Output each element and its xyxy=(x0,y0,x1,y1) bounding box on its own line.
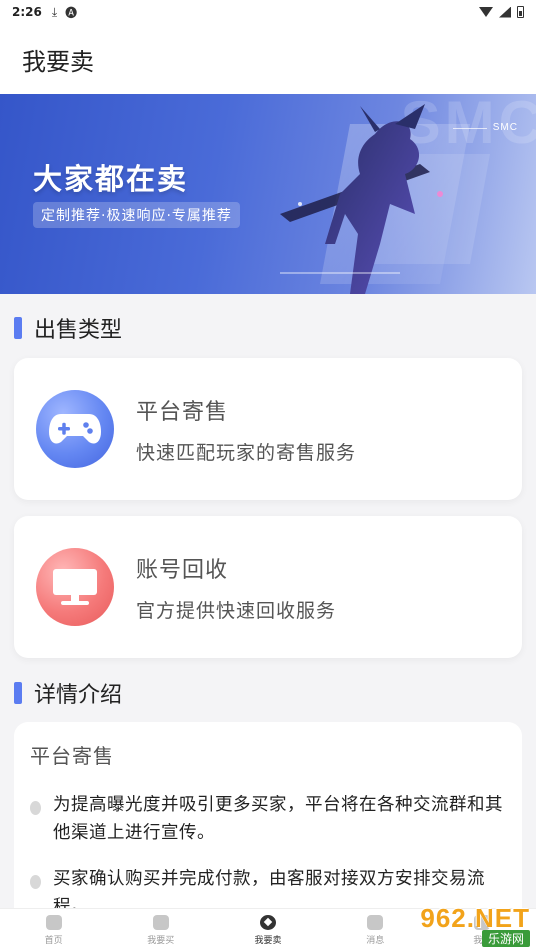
home-icon xyxy=(45,915,62,930)
bottom-nav: 首页 我要买 我要卖 消息 我的 xyxy=(0,908,536,952)
bullet-dot xyxy=(30,801,41,815)
status-time: 2:26 xyxy=(12,5,42,19)
details-card-title: 平台寄售 xyxy=(30,744,114,768)
app-header: 我要卖 xyxy=(0,24,536,94)
gamepad-icon xyxy=(36,390,114,468)
nav-item-buy[interactable]: 我要买 xyxy=(107,909,214,952)
list-item-text: 为提高曝光度并吸引更多买家，平台将在各种交流群和其他渠道上进行宣传。 xyxy=(53,795,503,843)
shop-icon xyxy=(152,915,169,930)
message-icon xyxy=(367,915,384,930)
banner-character-art xyxy=(280,104,490,294)
card-title: 平台寄售 xyxy=(136,399,229,425)
signal-icon xyxy=(499,6,511,18)
banner-tagline: 定制推荐·极速响应·专属推荐 xyxy=(33,202,240,228)
card-description: 官方提供快速回收服务 xyxy=(136,599,337,622)
section-sale-types: 出售类型 xyxy=(14,312,122,344)
promo-banner[interactable]: SMC SMC 大家都在卖 定制推荐·极速响应·专属推荐 xyxy=(0,94,536,294)
monitor-icon xyxy=(36,548,114,626)
section-title-text: 详情介绍 xyxy=(34,683,123,708)
card-account-recycle[interactable]: 账号回收 官方提供快速回收服务 xyxy=(14,516,522,658)
download-icon: ⤓ xyxy=(51,4,58,19)
nav-label: 我要买 xyxy=(147,936,175,946)
section-accent-bar xyxy=(14,317,22,339)
nav-label: 首页 xyxy=(44,936,63,946)
status-bar: 2:26 ⤓ 🅐 xyxy=(0,0,536,24)
battery-icon xyxy=(517,6,524,18)
nav-item-messages[interactable]: 消息 xyxy=(322,909,429,952)
section-accent-bar xyxy=(14,682,22,704)
card-description: 快速匹配玩家的寄售服务 xyxy=(136,441,357,464)
profile-icon xyxy=(474,915,491,930)
card-platform-consignment[interactable]: 平台寄售 快速匹配玩家的寄售服务 xyxy=(14,358,522,500)
section-title-text: 出售类型 xyxy=(34,318,123,343)
sell-icon xyxy=(260,915,276,930)
nav-label: 我要卖 xyxy=(254,936,282,946)
card-title: 账号回收 xyxy=(136,557,229,583)
nav-item-sell[interactable]: 我要卖 xyxy=(214,909,321,952)
a-icon: 🅐 xyxy=(65,5,78,20)
wifi-icon xyxy=(479,7,493,17)
bullet-dot xyxy=(30,875,41,889)
nav-label: 消息 xyxy=(366,936,385,946)
list-item: 为提高曝光度并吸引更多买家，平台将在各种交流群和其他渠道上进行宣传。 xyxy=(30,791,506,847)
section-details: 详情介绍 xyxy=(14,677,122,709)
page-title: 我要卖 xyxy=(22,47,94,76)
nav-item-profile[interactable]: 我的 xyxy=(429,909,536,952)
nav-label: 我的 xyxy=(473,936,492,946)
banner-headline: 大家都在卖 xyxy=(33,162,189,196)
nav-item-home[interactable]: 首页 xyxy=(0,909,107,952)
